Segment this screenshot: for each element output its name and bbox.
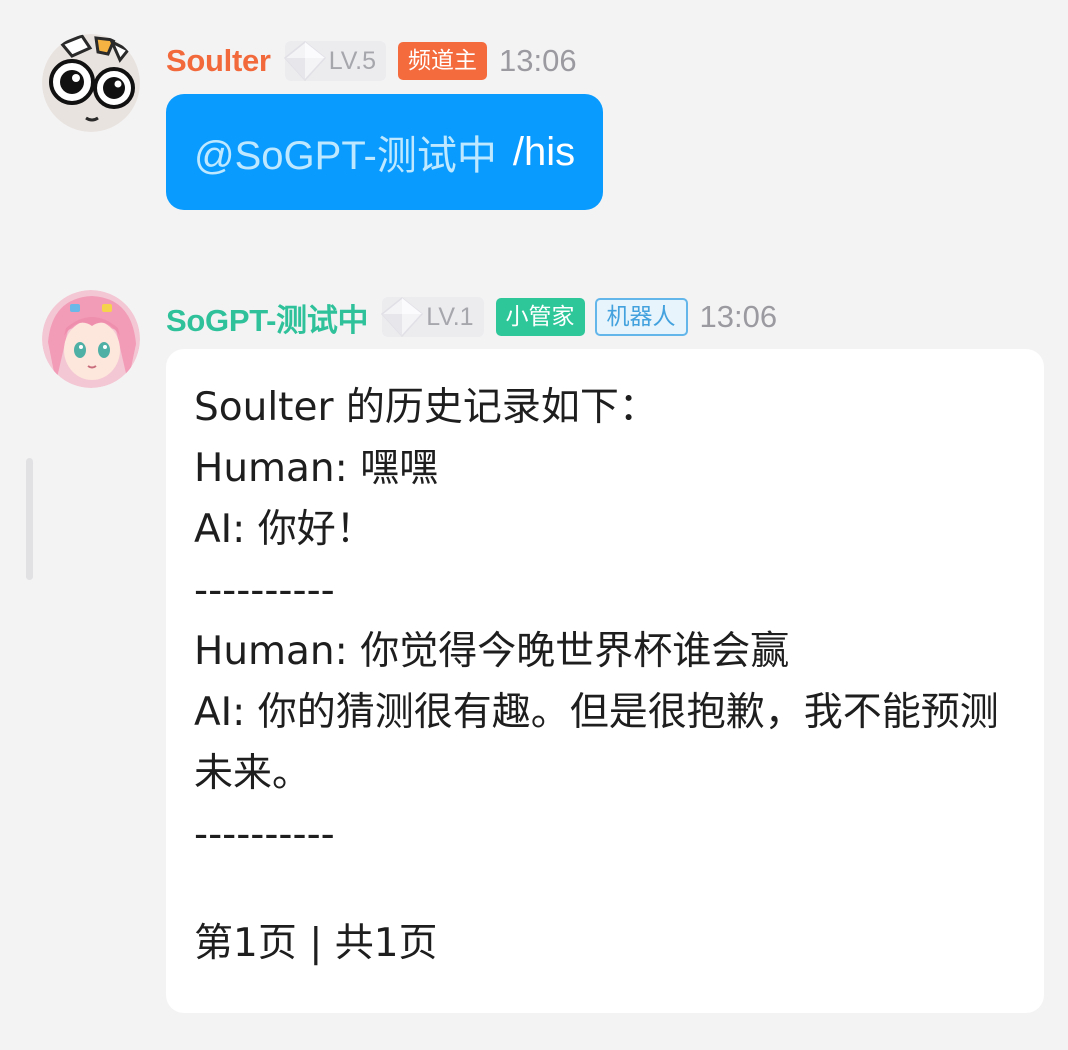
message-text: /his xyxy=(512,129,576,174)
role-badge-bot: 机器人 xyxy=(594,298,688,336)
cartoon-eyes-avatar-icon xyxy=(42,34,140,132)
mention-link[interactable]: @SoGPT-测试中 xyxy=(194,123,497,181)
avatar[interactable] xyxy=(42,34,140,132)
message-text-line: ---------- xyxy=(194,568,335,613)
message-text-line: AI: 你的猜测很有趣。但是很抱歉，我不能预测未来。 xyxy=(194,690,999,796)
message-header: Soulter LV.5 频道主 13:06 xyxy=(166,38,577,84)
message-text-line: Soulter 的历史记录如下： xyxy=(194,385,658,430)
scrollbar[interactable] xyxy=(26,458,33,580)
message-text-line: AI: 你好！ xyxy=(194,507,375,552)
message-text-line: ---------- xyxy=(194,812,335,857)
role-badge-keeper: 小管家 xyxy=(495,298,585,336)
diamond-icon xyxy=(381,297,424,338)
diamond-icon xyxy=(283,41,326,82)
level-badge: LV.1 xyxy=(381,297,484,338)
pagination-text: 第1页 | 共1页 xyxy=(194,921,438,966)
level-text: LV.1 xyxy=(426,302,474,331)
username[interactable]: SoGPT-测试中 xyxy=(166,295,369,340)
message-bubble[interactable]: @SoGPT-测试中 /his xyxy=(166,94,604,210)
avatar[interactable] xyxy=(42,290,140,388)
timestamp: 13:06 xyxy=(699,299,778,334)
level-text: LV.5 xyxy=(328,46,376,75)
message-bubble[interactable]: Soulter 的历史记录如下： Human: 嘿嘿 AI: 你好！ -----… xyxy=(166,349,1044,1013)
timestamp: 13:06 xyxy=(498,43,577,78)
message-text-line: Human: 你觉得今晚世界杯谁会赢 xyxy=(194,629,790,674)
level-badge: LV.5 xyxy=(283,41,386,82)
role-badge-owner: 频道主 xyxy=(397,42,487,80)
message-header: SoGPT-测试中 LV.1 小管家 机器人 13:06 xyxy=(166,294,777,340)
message-text-line: Human: 嘿嘿 xyxy=(194,446,439,491)
pink-hair-anime-avatar-icon xyxy=(42,290,140,388)
username[interactable]: Soulter xyxy=(166,43,271,79)
